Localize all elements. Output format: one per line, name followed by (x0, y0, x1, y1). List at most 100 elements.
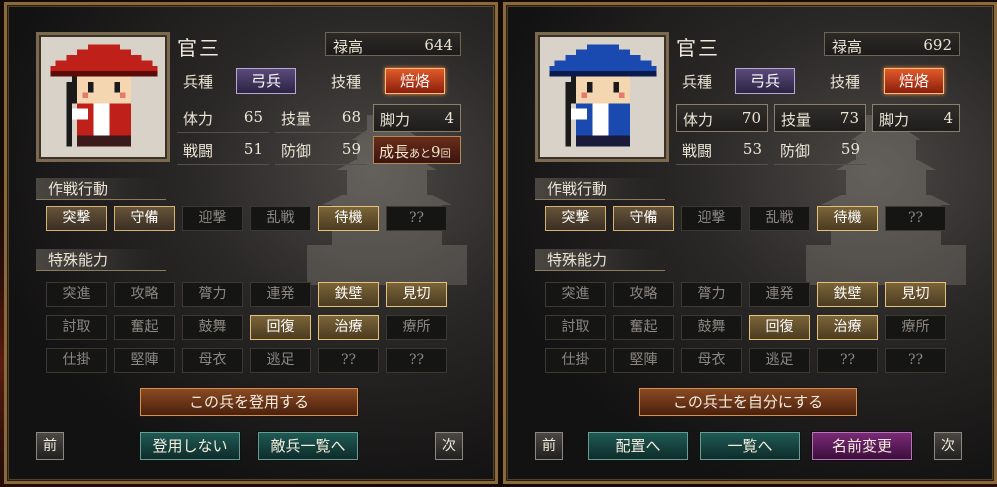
ability-17[interactable]: ?? (885, 348, 946, 373)
ability-11[interactable]: 療所 (885, 315, 946, 340)
stat-leg: 脚力 4 (373, 104, 461, 132)
stat-tech: 技量 68 (275, 104, 367, 133)
tactic-3[interactable]: 乱戦 (250, 206, 311, 231)
skill-label: 技種 (331, 73, 362, 91)
tactic-5[interactable]: ?? (386, 206, 447, 231)
rename-button[interactable]: 名前変更 (812, 432, 912, 460)
soldier-portrait (36, 32, 170, 162)
stat-tech-value: 68 (341, 108, 361, 126)
stat-tech-label: 技量 (781, 111, 812, 129)
stat-defense-value: 59 (840, 140, 860, 158)
ability-6[interactable]: 討取 (46, 315, 107, 340)
ability-15[interactable]: 逃足 (749, 348, 810, 373)
ability-14[interactable]: 母衣 (681, 348, 742, 373)
stat-defense-value: 59 (341, 140, 361, 158)
prev-button[interactable]: 前 (36, 432, 64, 460)
recruit-button[interactable]: この兵を登用する (140, 388, 358, 416)
decline-button[interactable]: 登用しない (140, 432, 240, 460)
enemy-list-button[interactable]: 敵兵一覧へ (258, 432, 358, 460)
ability-6[interactable]: 討取 (545, 315, 606, 340)
ability-15[interactable]: 逃足 (250, 348, 311, 373)
growth-label: 成長 (379, 143, 410, 161)
ability-16[interactable]: ?? (318, 348, 379, 373)
stat-combat-label: 戦闘 (682, 142, 713, 160)
ability-1[interactable]: 攻略 (613, 282, 674, 307)
deploy-button[interactable]: 配置へ (588, 432, 688, 460)
ability-4[interactable]: 鉄壁 (318, 282, 379, 307)
own-soldier-panel: 官三 禄高 692 兵種 弓兵 技種 焙烙 体力 70 技量 73 脚力 4 戦… (503, 2, 997, 484)
tactic-4[interactable]: 待機 (817, 206, 878, 231)
tactic-2[interactable]: 迎撃 (681, 206, 742, 231)
troop-type-badge: 弓兵 (735, 68, 795, 94)
tactic-1[interactable]: 守備 (114, 206, 175, 231)
salary-value: 644 (424, 36, 453, 54)
ability-11[interactable]: 療所 (386, 315, 447, 340)
soldier-portrait (535, 32, 669, 162)
ability-7[interactable]: 奮起 (613, 315, 674, 340)
recruit-panel: 官三 禄高 644 兵種 弓兵 技種 焙烙 体力 65 技量 68 脚力 4 戦… (4, 2, 498, 484)
stat-defense: 防御 59 (275, 136, 367, 165)
ability-10[interactable]: 治療 (817, 315, 878, 340)
make-own-button[interactable]: この兵士を自分にする (639, 388, 857, 416)
tactic-1[interactable]: 守備 (613, 206, 674, 231)
prev-button[interactable]: 前 (535, 432, 563, 460)
ability-17[interactable]: ?? (386, 348, 447, 373)
salary-box: 禄高 692 (824, 32, 960, 56)
ability-14[interactable]: 母衣 (182, 348, 243, 373)
stat-hp-value: 65 (243, 108, 263, 126)
tactic-2[interactable]: 迎撃 (182, 206, 243, 231)
tactic-5[interactable]: ?? (885, 206, 946, 231)
tactic-0[interactable]: 突撃 (545, 206, 606, 231)
ability-9[interactable]: 回復 (749, 315, 810, 340)
stat-leg-value: 4 (943, 109, 953, 127)
stat-tech-value: 73 (839, 109, 859, 127)
skill-label: 技種 (830, 73, 861, 91)
stat-leg-label: 脚力 (879, 111, 910, 129)
ability-2[interactable]: 膂力 (182, 282, 243, 307)
ability-0[interactable]: 突進 (46, 282, 107, 307)
stat-hp-label: 体力 (683, 111, 714, 129)
ability-10[interactable]: 治療 (318, 315, 379, 340)
ability-4[interactable]: 鉄壁 (817, 282, 878, 307)
tactic-3[interactable]: 乱戦 (749, 206, 810, 231)
tactics-section-title: 作戦行動 (535, 178, 665, 200)
tactics-section-title: 作戦行動 (36, 178, 166, 200)
tactic-4[interactable]: 待機 (318, 206, 379, 231)
abilities-section-title: 特殊能力 (36, 249, 166, 271)
ability-7[interactable]: 奮起 (114, 315, 175, 340)
growth-unit: 回 (440, 149, 451, 160)
ability-9[interactable]: 回復 (250, 315, 311, 340)
next-button[interactable]: 次 (435, 432, 463, 460)
list-button[interactable]: 一覧へ (700, 432, 800, 460)
growth-mid: あと (409, 147, 432, 160)
stat-hp-value: 70 (741, 109, 761, 127)
ability-13[interactable]: 堅陣 (613, 348, 674, 373)
next-button[interactable]: 次 (934, 432, 962, 460)
ability-5[interactable]: 見切 (386, 282, 447, 307)
stat-leg-label: 脚力 (380, 111, 411, 129)
ability-12[interactable]: 仕掛 (545, 348, 606, 373)
abilities-section-title: 特殊能力 (535, 249, 665, 271)
ability-0[interactable]: 突進 (545, 282, 606, 307)
ability-2[interactable]: 膂力 (681, 282, 742, 307)
ability-1[interactable]: 攻略 (114, 282, 175, 307)
ability-5[interactable]: 見切 (885, 282, 946, 307)
ability-16[interactable]: ?? (817, 348, 878, 373)
ability-3[interactable]: 連発 (250, 282, 311, 307)
stat-defense: 防御 59 (774, 136, 866, 165)
stat-tech-label: 技量 (281, 110, 312, 128)
stat-combat: 戦闘 53 (676, 136, 768, 165)
salary-label: 禄高 (832, 38, 863, 56)
stat-defense-label: 防御 (281, 142, 312, 160)
salary-value: 692 (923, 36, 952, 54)
ability-8[interactable]: 鼓舞 (182, 315, 243, 340)
ability-13[interactable]: 堅陣 (114, 348, 175, 373)
tactic-0[interactable]: 突撃 (46, 206, 107, 231)
skill-type-badge: 焙烙 (385, 68, 445, 94)
castle-watermark (806, 115, 966, 285)
stat-hp: 体力 65 (177, 104, 269, 133)
stat-tech: 技量 73 (774, 104, 866, 132)
ability-8[interactable]: 鼓舞 (681, 315, 742, 340)
ability-12[interactable]: 仕掛 (46, 348, 107, 373)
ability-3[interactable]: 連発 (749, 282, 810, 307)
